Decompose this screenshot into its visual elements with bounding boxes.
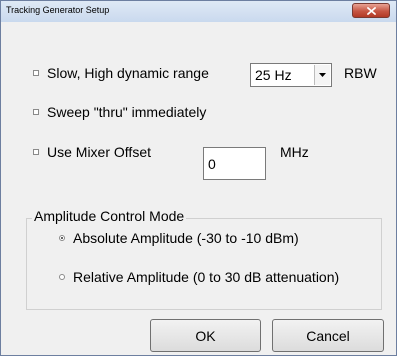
slow-high-dynamic-range-checkbox[interactable] <box>33 70 39 76</box>
rbw-unit: RBW <box>344 65 377 81</box>
absolute-amplitude-label: Absolute Amplitude (-30 to -10 dBm) <box>73 230 299 246</box>
mixer-offset-input[interactable] <box>203 147 266 180</box>
amplitude-control-group-label: Amplitude Control Mode <box>32 208 187 224</box>
use-mixer-offset-label: Use Mixer Offset <box>47 144 151 160</box>
use-mixer-offset-checkbox[interactable] <box>33 149 39 155</box>
relative-amplitude-radio[interactable] <box>59 274 65 280</box>
tracking-generator-dialog: Tracking Generator Setup Slow, High dyna… <box>0 0 397 356</box>
cancel-button[interactable]: Cancel <box>272 319 384 352</box>
rbw-unit-label: RBW <box>344 65 377 81</box>
window-title: Tracking Generator Setup <box>6 5 110 15</box>
relative-amplitude-label: Relative Amplitude (0 to 30 dB attenuati… <box>73 269 340 285</box>
dropdown-arrow-icon[interactable] <box>314 65 330 85</box>
rbw-selected-value: 25 Hz <box>255 67 292 83</box>
close-button[interactable] <box>352 3 390 18</box>
mixer-offset-unit: MHz <box>280 144 309 160</box>
slow-high-dynamic-range-option[interactable]: Slow, High dynamic range <box>33 65 209 81</box>
use-mixer-offset-option[interactable]: Use Mixer Offset <box>33 144 151 160</box>
dialog-client-area: Slow, High dynamic range 25 Hz RBW Sweep… <box>1 22 396 355</box>
mixer-offset-unit-label: MHz <box>280 144 309 160</box>
absolute-amplitude-radio[interactable] <box>59 235 65 241</box>
slow-high-dynamic-range-label: Slow, High dynamic range <box>47 65 209 81</box>
sweep-thru-option[interactable]: Sweep "thru" immediately <box>33 104 206 120</box>
title-bar[interactable]: Tracking Generator Setup <box>1 1 396 22</box>
relative-amplitude-option[interactable]: Relative Amplitude (0 to 30 dB attenuati… <box>59 269 339 285</box>
close-icon <box>366 6 376 15</box>
ok-button[interactable]: OK <box>150 319 261 352</box>
sweep-thru-label: Sweep "thru" immediately <box>47 104 207 120</box>
sweep-thru-checkbox[interactable] <box>33 109 39 115</box>
rbw-dropdown[interactable]: 25 Hz <box>250 63 332 87</box>
absolute-amplitude-option[interactable]: Absolute Amplitude (-30 to -10 dBm) <box>59 230 299 246</box>
